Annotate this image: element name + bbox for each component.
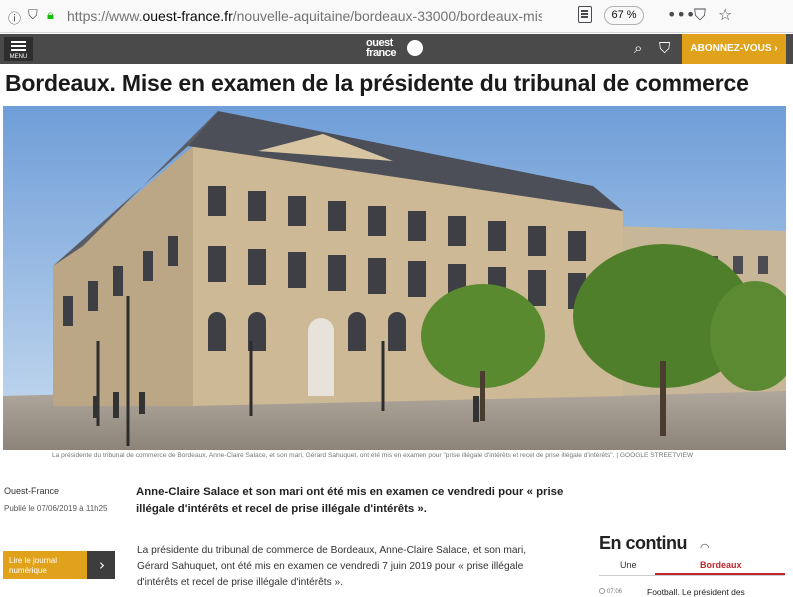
- digital-journal-button[interactable]: Lire le journal numérique ›: [3, 551, 115, 579]
- tab-active-indicator: [655, 573, 785, 575]
- publish-date: Publié le 07/06/2019 à 11h25: [4, 504, 108, 513]
- article-photo[interactable]: [3, 106, 786, 450]
- rss-icon[interactable]: ◠: [700, 541, 710, 554]
- bookmark-icon[interactable]: ⛉: [659, 39, 670, 57]
- news-item-title[interactable]: Football. Le président des: [647, 587, 745, 597]
- bookmark-star-icon[interactable]: ☆: [718, 5, 732, 24]
- reader-view-icon[interactable]: [578, 6, 592, 23]
- info-icon[interactable]: ⓘ: [8, 8, 21, 27]
- url-domain: ouest-france.fr: [142, 8, 233, 24]
- logo-line-2: france: [366, 47, 397, 59]
- url-path: /nouvelle-aquitaine/bordeaux-33000/borde…: [232, 8, 542, 24]
- browser-toolbar: ⓘ ⛉ 🔒︎ https://www.ouest-france.fr/nouve…: [0, 0, 793, 33]
- article-title: Bordeaux. Mise en examen de la président…: [5, 70, 749, 96]
- url-prefix: https://www.: [67, 8, 143, 24]
- ouest-france-logo[interactable]: ouest france: [366, 37, 426, 61]
- news-time: 07:06: [607, 589, 623, 595]
- logo-text: ouest france: [366, 38, 397, 59]
- tab-bordeaux[interactable]: Bordeaux: [700, 560, 742, 570]
- subscribe-button[interactable]: ABONNEZ-VOUS ›: [682, 34, 786, 64]
- continu-title: En continu: [599, 533, 688, 553]
- digital-journal-label: Lire le journal numérique: [3, 551, 87, 579]
- menu-button[interactable]: MENU: [4, 37, 33, 61]
- photo-caption: La présidente du tribunal de commerce de…: [52, 452, 694, 459]
- tab-divider: [599, 575, 785, 576]
- search-icon[interactable]: ⌕: [634, 39, 642, 57]
- chevron-right-icon: ›: [99, 556, 105, 574]
- hamburger-icon: [11, 41, 26, 43]
- logo-mark-icon: [407, 40, 423, 56]
- article-source[interactable]: Ouest-France: [4, 486, 59, 496]
- article-body: La présidente du tribunal de commerce de…: [137, 545, 527, 588]
- url-bar[interactable]: https://www.ouest-france.fr/nouvelle-aqu…: [67, 8, 542, 24]
- more-actions-icon[interactable]: •••: [667, 5, 695, 24]
- menu-label: MENU: [9, 54, 28, 60]
- lock-icon[interactable]: 🔒︎: [47, 8, 54, 23]
- zoom-indicator[interactable]: 67 %: [604, 6, 644, 25]
- pocket-icon[interactable]: ⛉: [694, 5, 706, 25]
- news-clock-icon: [599, 588, 605, 594]
- article-lead: Anne-Claire Salace et son mari ont été m…: [136, 486, 564, 515]
- tab-une[interactable]: Une: [620, 560, 637, 570]
- building-photo-illustration: [3, 106, 786, 450]
- tracking-shield-icon[interactable]: ⛉: [28, 8, 38, 23]
- site-header: MENU ouest france ⌕ ⛉ ABONNEZ-VOUS ›: [0, 34, 793, 64]
